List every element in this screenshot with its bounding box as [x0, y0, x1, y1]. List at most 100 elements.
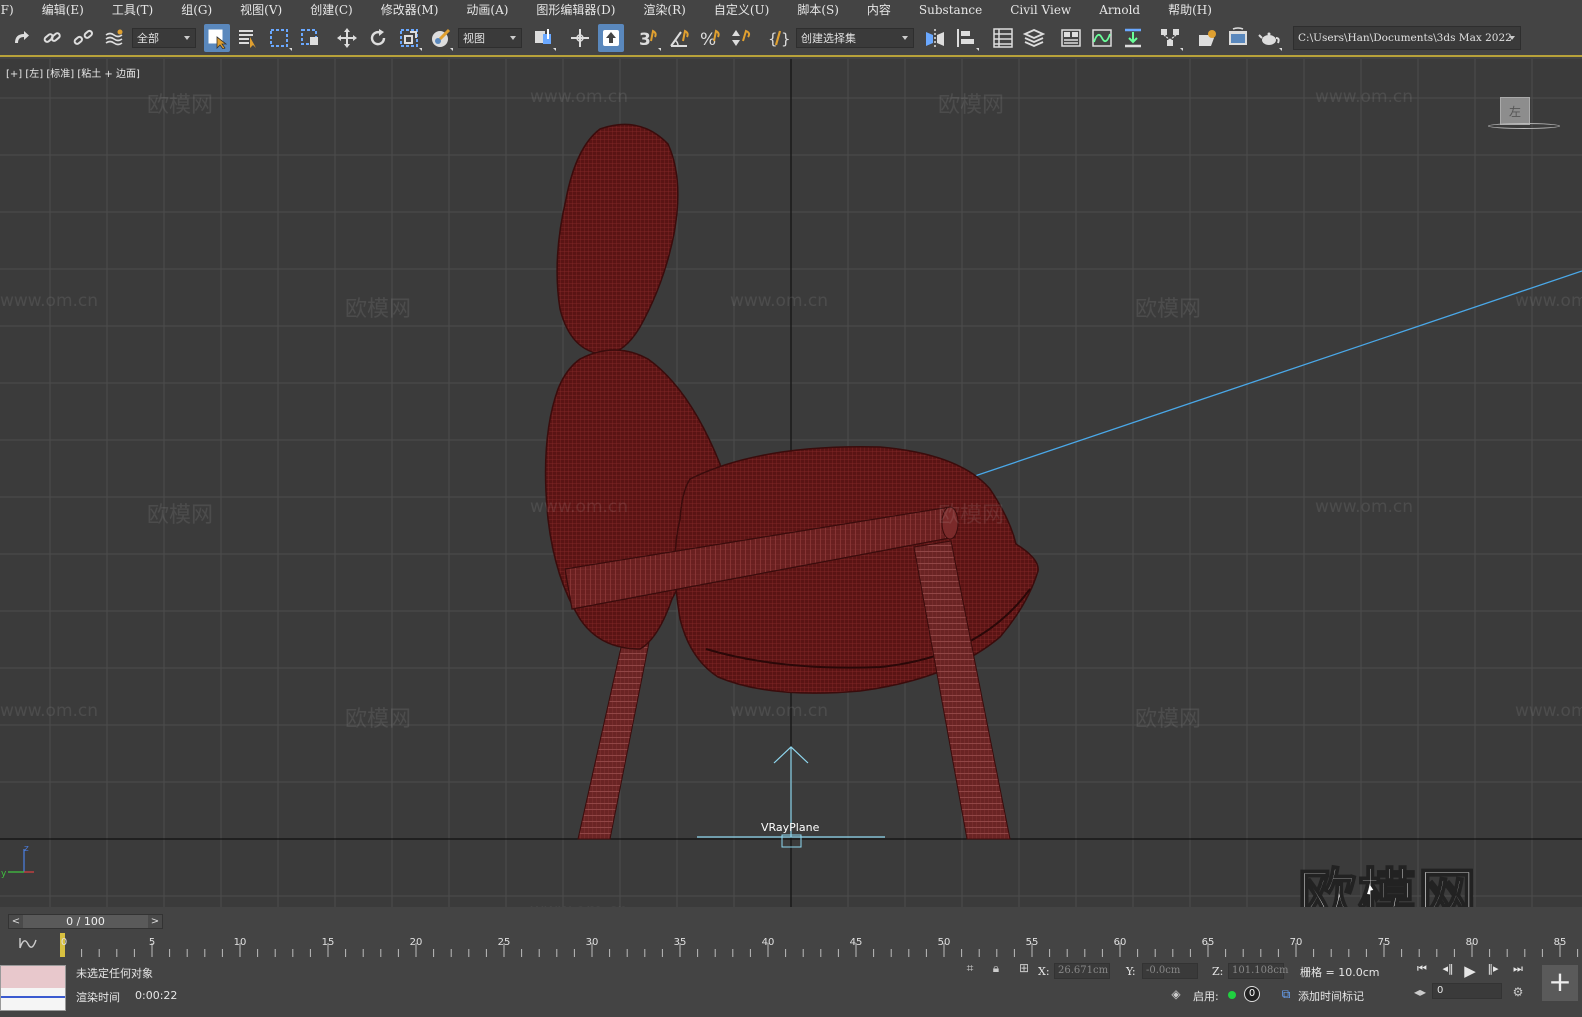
select-by-name-button[interactable]	[235, 24, 261, 52]
left-viewport[interactable]: [+] [左] [标准] [粘土 + 边面] z y 欧模网 www.om.cn…	[0, 59, 1582, 907]
time-slider-prev-button[interactable]: <	[9, 915, 23, 928]
go-to-start-button[interactable]: ⏮	[1412, 962, 1432, 978]
timeline-tick-label: 80	[1465, 937, 1479, 948]
watermark-brand: 欧模网	[345, 707, 412, 732]
menu-item-14[interactable]: Civil View	[996, 0, 1085, 21]
current-frame-field[interactable]: 0	[1432, 983, 1502, 999]
selection-lock-icon[interactable]: 🔒︎	[988, 961, 1004, 977]
next-frame-button[interactable]: ‖▸	[1483, 962, 1503, 978]
percent-snap-icon: %	[700, 29, 720, 49]
adaptive-degradation-icon[interactable]: ◈	[1168, 987, 1184, 1003]
selection-filter-dropdown[interactable]: 全部	[132, 28, 196, 48]
window-crossing-button[interactable]	[297, 24, 323, 52]
add-time-tag-button[interactable]: 添加时间标记	[1298, 988, 1364, 1004]
spinner-snap-button[interactable]	[728, 24, 754, 52]
snaps-toggle-button[interactable]: 3	[635, 24, 661, 52]
render-setup-button[interactable]	[1194, 24, 1220, 52]
viewcube-compass-ring[interactable]	[1488, 123, 1560, 129]
place-button[interactable]	[427, 24, 453, 52]
link-button[interactable]	[39, 24, 65, 52]
material-editor-button[interactable]	[1157, 24, 1183, 52]
render-time-label: 渲染时间	[76, 991, 120, 1004]
bind-space-warp-button[interactable]	[101, 24, 127, 52]
move-button[interactable]	[334, 24, 360, 52]
menu-item-16[interactable]: 帮助(H)	[1154, 0, 1226, 21]
named-selection-dropdown[interactable]: 创建选择集	[796, 28, 914, 48]
timeline-tick-label: 55	[1025, 937, 1039, 948]
percent-snap-button[interactable]: %	[697, 24, 723, 52]
keyboard-shortcut-override-button[interactable]	[598, 24, 624, 52]
rendered-frame-window-button[interactable]	[1225, 24, 1251, 52]
y-coord-field[interactable]: -0.0cm	[1142, 963, 1198, 979]
schematic-view-button[interactable]	[1120, 24, 1146, 52]
menu-item-0[interactable]: (F)	[0, 0, 28, 21]
menu-item-1[interactable]: 编辑(E)	[28, 0, 98, 21]
ref-coord-dropdown[interactable]: 视图	[458, 28, 522, 48]
schematic-icon	[1125, 28, 1141, 48]
menu-item-9[interactable]: 渲染(R)	[629, 0, 699, 21]
z-coord-field[interactable]: 101.108cm	[1228, 963, 1288, 979]
select-manipulate-button[interactable]	[567, 24, 593, 52]
curve-editor-button[interactable]	[1089, 24, 1115, 52]
menu-item-7[interactable]: 动画(A)	[452, 0, 522, 21]
time-slider[interactable]: < 0 / 100 >	[8, 914, 163, 929]
unlink-button[interactable]	[70, 24, 96, 52]
rect-selection-button[interactable]	[266, 24, 292, 52]
menu-item-2[interactable]: 工具(T)	[98, 0, 167, 21]
edit-named-selection-button[interactable]: {}	[765, 24, 791, 52]
menu-item-6[interactable]: 修改器(M)	[367, 0, 453, 21]
time-tag-icon[interactable]: ⧉	[1278, 987, 1294, 1003]
rotate-button[interactable]	[365, 24, 391, 52]
watermark-url: www.om.cn	[530, 901, 628, 907]
align-button[interactable]	[953, 24, 979, 52]
time-config-icon[interactable]: ⚙	[1510, 985, 1526, 1001]
angle-snap-icon	[670, 29, 689, 47]
menu-item-13[interactable]: Substance	[905, 0, 996, 21]
link-icon	[43, 32, 61, 43]
menu-item-15[interactable]: Arnold	[1085, 0, 1154, 21]
previous-frame-button[interactable]: ◂‖	[1438, 962, 1458, 978]
timeline-tick-label: 45	[849, 937, 863, 948]
maxscript-mini-listener[interactable]	[0, 965, 66, 1011]
menu-item-12[interactable]: 内容	[853, 0, 905, 21]
timeline-tick-label: 20	[409, 937, 423, 948]
absolute-mode-icon[interactable]: ⊞	[1016, 961, 1032, 977]
scale-button[interactable]	[396, 24, 422, 52]
viewport-label[interactable]: [+] [左] [标准] [粘土 + 边面]	[6, 65, 140, 80]
align-icon	[957, 29, 974, 47]
isolate-selection-icon[interactable]: ⌗	[962, 961, 978, 977]
viewcube-face[interactable]: 左	[1500, 97, 1530, 125]
viewcube[interactable]: 左	[1488, 97, 1560, 137]
menu-item-11[interactable]: 脚本(S)	[783, 0, 853, 21]
watermark-url: www.om.cn	[530, 87, 629, 107]
mini-curve-editor-button[interactable]	[18, 936, 40, 952]
material-editor-icon	[1161, 29, 1179, 46]
x-coord-field[interactable]: 26.671cm	[1054, 963, 1110, 979]
viewport-layout-plus-button[interactable]: +	[1542, 965, 1578, 1001]
toggle-ribbon-button[interactable]	[1058, 24, 1084, 52]
menu-item-4[interactable]: 视图(V)	[226, 0, 296, 21]
toggle-layer-explorer-button[interactable]	[1021, 24, 1047, 52]
pivot-center-button[interactable]	[530, 24, 556, 52]
status-bar: 未选定任何对象 渲染时间 0:00:22 ⌗ 🔒︎ ⊞ X: 26.671cm …	[0, 959, 1582, 1017]
angle-snap-button[interactable]	[666, 24, 692, 52]
render-production-button[interactable]	[1256, 24, 1282, 52]
time-slider-next-button[interactable]: >	[148, 915, 162, 928]
play-button[interactable]: ▶	[1460, 962, 1480, 980]
chair-model[interactable]	[544, 123, 1039, 840]
enabled-count-badge[interactable]: 0	[1244, 986, 1260, 1002]
select-cursor-icon	[208, 29, 228, 49]
enabled-indicator	[1228, 991, 1236, 999]
toggle-scene-explorer-button[interactable]	[990, 24, 1016, 52]
project-folder-field[interactable]: C:\Users\Han\Documents\3ds Max 2022	[1293, 26, 1521, 50]
menu-item-8[interactable]: 图形编辑器(D)	[522, 0, 629, 21]
key-mode-toggle-icon[interactable]: ◂▸	[1412, 985, 1428, 1001]
menu-item-10[interactable]: 自定义(U)	[700, 0, 783, 21]
menu-item-5[interactable]: 创建(C)	[296, 0, 367, 21]
grid-spacing: 栅格 = 10.0cm	[1300, 966, 1380, 979]
mirror-button[interactable]	[922, 24, 948, 52]
redo-button[interactable]	[8, 24, 34, 52]
go-to-end-button[interactable]: ⏭	[1508, 962, 1528, 978]
select-object-button[interactable]	[204, 24, 230, 52]
menu-item-3[interactable]: 组(G)	[167, 0, 226, 21]
